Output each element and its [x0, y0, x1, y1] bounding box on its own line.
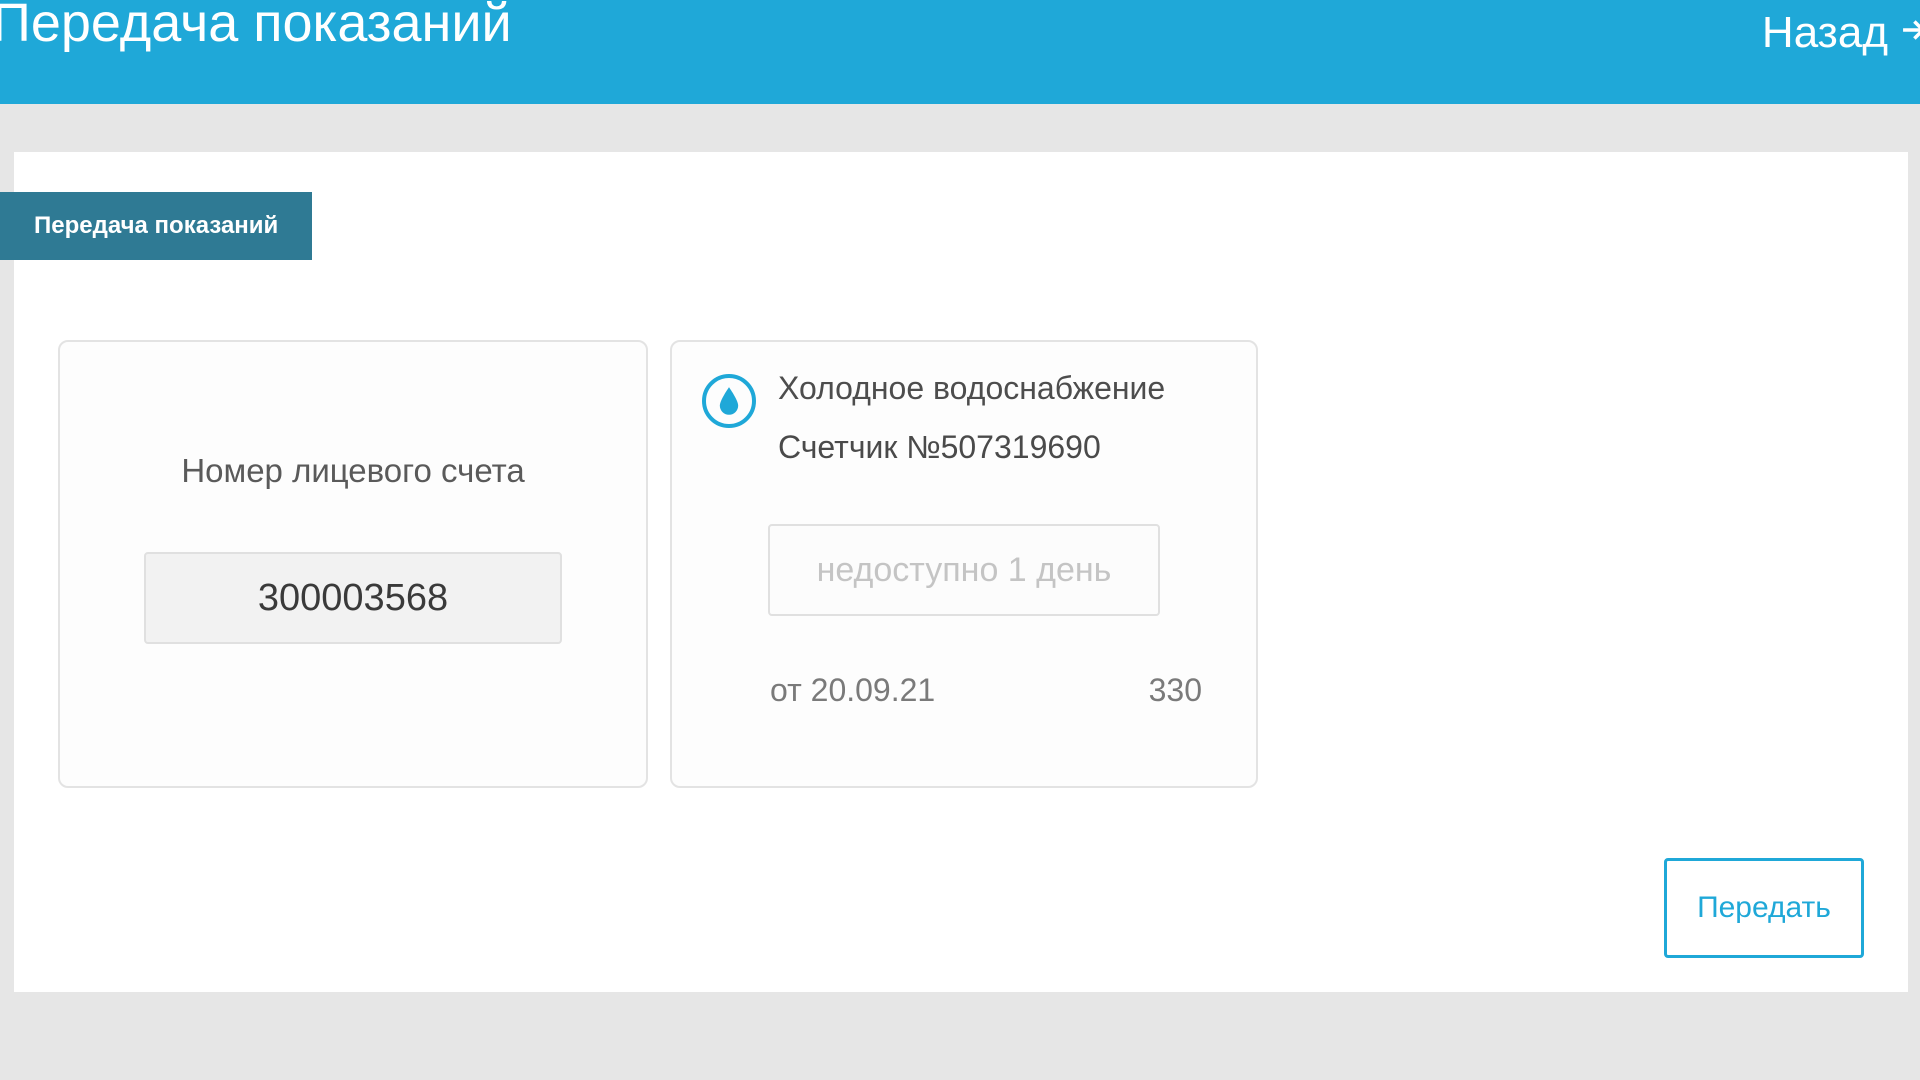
meter-prev-date: от 20.09.21	[770, 672, 935, 709]
submit-button[interactable]: Передать	[1664, 858, 1864, 958]
back-button[interactable]: Назад	[1762, 8, 1920, 58]
tab-meter-submission[interactable]: Передача показаний	[0, 192, 312, 260]
account-label: Номер лицевого счета	[181, 452, 524, 490]
meter-number-label: Счетчик №507319690	[778, 429, 1165, 466]
water-drop-icon	[702, 374, 756, 428]
meter-info: Холодное водоснабжение Счетчик №50731969…	[778, 370, 1165, 466]
cards-container: Номер лицевого счета 300003568 Холодное …	[58, 340, 1258, 788]
meter-header: Холодное водоснабжение Счетчик №50731969…	[702, 370, 1226, 466]
meter-footer: от 20.09.21 330	[702, 672, 1226, 709]
meter-service-title: Холодное водоснабжение	[778, 370, 1165, 407]
meter-reading-input[interactable]: недоступно 1 день	[768, 524, 1160, 616]
account-card: Номер лицевого счета 300003568	[58, 340, 648, 788]
meter-prev-value: 330	[1149, 672, 1202, 709]
meter-input-placeholder: недоступно 1 день	[817, 551, 1112, 590]
tab-label: Передача показаний	[34, 212, 278, 239]
account-number-value: 300003568	[258, 577, 448, 620]
page-title: Передача показаний	[0, 0, 512, 54]
account-number-field[interactable]: 300003568	[144, 552, 562, 644]
meter-card: Холодное водоснабжение Счетчик №50731969…	[670, 340, 1258, 788]
page-header: Передача показаний Назад	[0, 0, 1920, 104]
submit-label: Передать	[1697, 891, 1831, 925]
arrow-right-icon	[1896, 8, 1920, 58]
back-label: Назад	[1762, 8, 1888, 58]
main-panel: Передача показаний Номер лицевого счета …	[14, 152, 1908, 992]
